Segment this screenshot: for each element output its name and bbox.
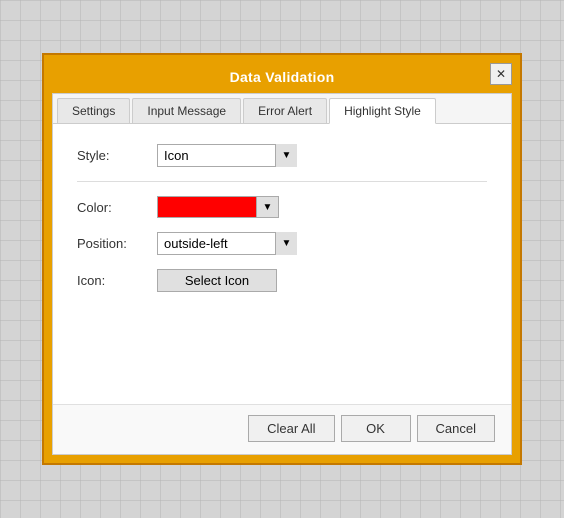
color-label: Color:: [77, 200, 157, 215]
icon-label: Icon:: [77, 273, 157, 288]
title-bar: Data Validation ✕: [52, 63, 512, 93]
tab-error-alert[interactable]: Error Alert: [243, 98, 327, 123]
tab-highlight-style[interactable]: Highlight Style: [329, 98, 436, 124]
style-select-wrapper: Icon Text Border ▼: [157, 144, 297, 167]
content-area: Style: Icon Text Border ▼ Color:: [53, 124, 511, 404]
clear-all-button[interactable]: Clear All: [248, 415, 334, 442]
color-dropdown-button[interactable]: ▼: [257, 196, 279, 218]
style-label: Style:: [77, 148, 157, 163]
dialog-window: Data Validation ✕ Settings Input Message…: [42, 53, 522, 465]
tab-bar: Settings Input Message Error Alert Highl…: [53, 94, 511, 124]
tab-input-message[interactable]: Input Message: [132, 98, 241, 123]
color-dropdown-icon: ▼: [263, 202, 273, 213]
style-control: Icon Text Border ▼: [157, 144, 297, 167]
position-select[interactable]: outside-left outside-right inside-left i…: [157, 232, 297, 255]
cancel-button[interactable]: Cancel: [417, 415, 495, 442]
select-icon-button[interactable]: Select Icon: [157, 269, 277, 292]
color-row: Color: ▼: [77, 196, 487, 218]
style-select[interactable]: Icon Text Border: [157, 144, 297, 167]
dialog-title: Data Validation: [230, 69, 335, 85]
position-label: Position:: [77, 236, 157, 251]
tab-settings[interactable]: Settings: [57, 98, 130, 123]
dialog-footer: Clear All OK Cancel: [53, 404, 511, 454]
position-control: outside-left outside-right inside-left i…: [157, 232, 297, 255]
close-button[interactable]: ✕: [490, 63, 512, 85]
icon-control: Select Icon: [157, 269, 277, 292]
position-select-wrapper: outside-left outside-right inside-left i…: [157, 232, 297, 255]
style-row: Style: Icon Text Border ▼: [77, 144, 487, 182]
ok-button[interactable]: OK: [341, 415, 411, 442]
color-control: ▼: [157, 196, 279, 218]
dialog-content: Settings Input Message Error Alert Highl…: [52, 93, 512, 455]
icon-row: Icon: Select Icon: [77, 269, 487, 292]
position-row: Position: outside-left outside-right ins…: [77, 232, 487, 255]
color-swatch[interactable]: [157, 196, 257, 218]
